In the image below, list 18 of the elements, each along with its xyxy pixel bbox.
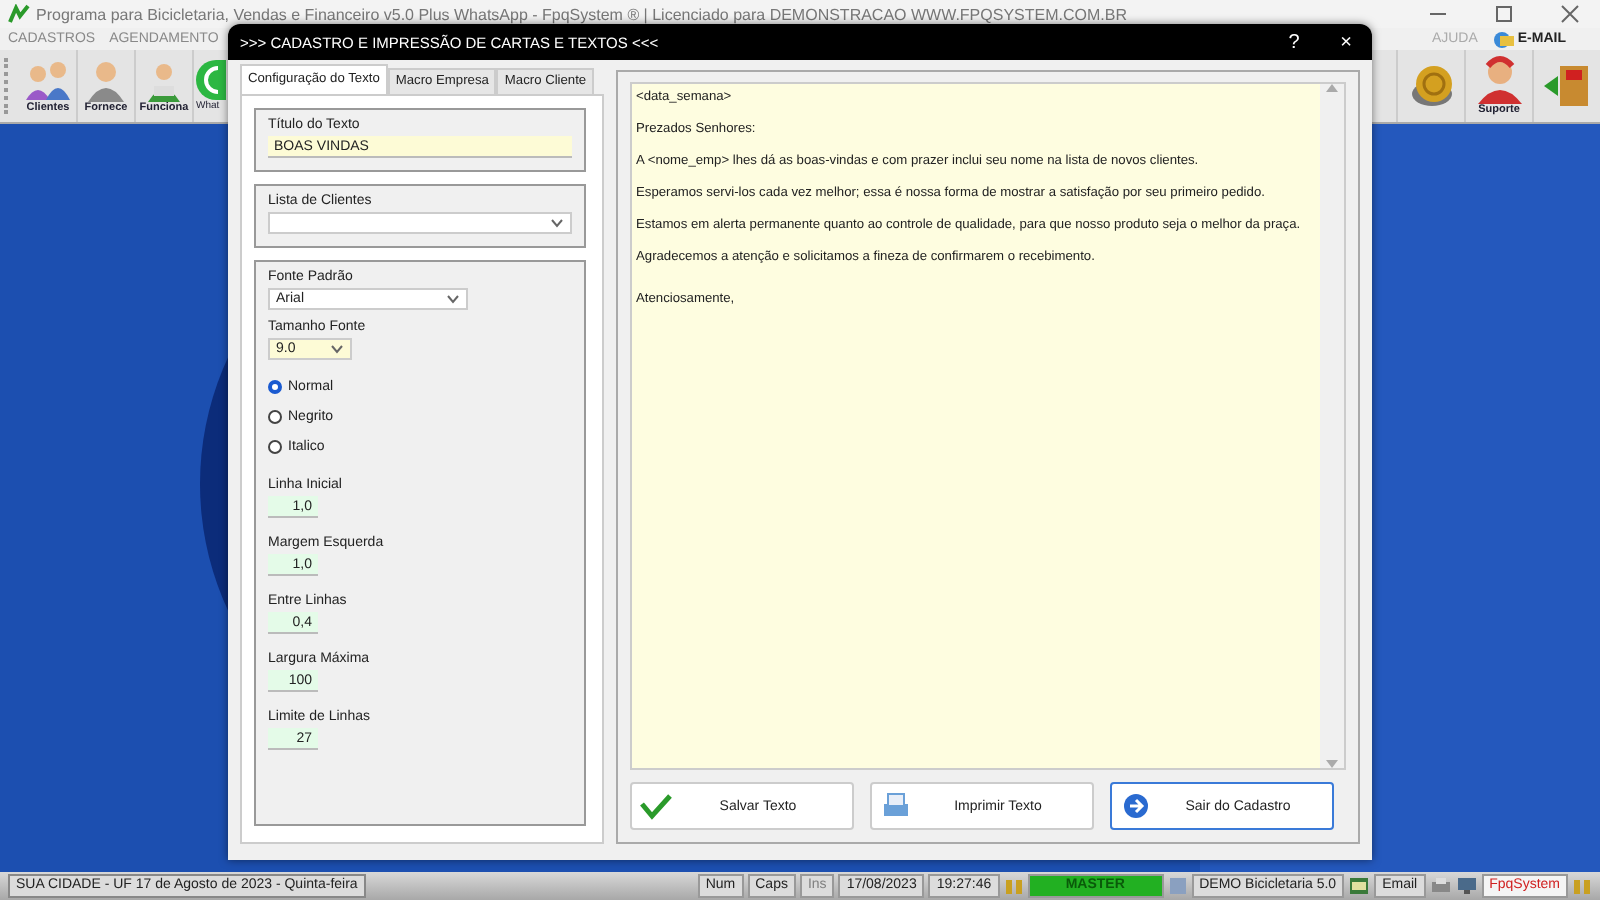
chevron-icon: [550, 218, 564, 228]
app-logo-icon: [8, 4, 30, 24]
monitor-icon: [1455, 876, 1478, 896]
down-arrow-icon: [1326, 760, 1338, 768]
up-arrow-icon: [1326, 84, 1338, 92]
scrollbar[interactable]: [1320, 84, 1344, 768]
chat-icon: [196, 60, 226, 100]
chevron-icon: [446, 294, 460, 304]
help-button[interactable]: ?: [1268, 31, 1320, 53]
printer-icon: [880, 792, 912, 820]
app-title: Programa para Bicicletaria, Vendas e Financeiro v5.0 Plus WhatsApp - FpqSystem ® | Licenciado para DEMONSTRACAO WWW.FPQSYSTEM.COM.BR: [36, 5, 1127, 23]
people-icon: [22, 58, 74, 102]
printer-icon: [1429, 876, 1452, 896]
close-button[interactable]: ×: [1320, 31, 1372, 53]
chevron-icon: [330, 344, 344, 354]
email-icon: [1348, 876, 1371, 896]
globe-icon: [1491, 29, 1514, 49]
checkmark-icon: [640, 792, 672, 820]
